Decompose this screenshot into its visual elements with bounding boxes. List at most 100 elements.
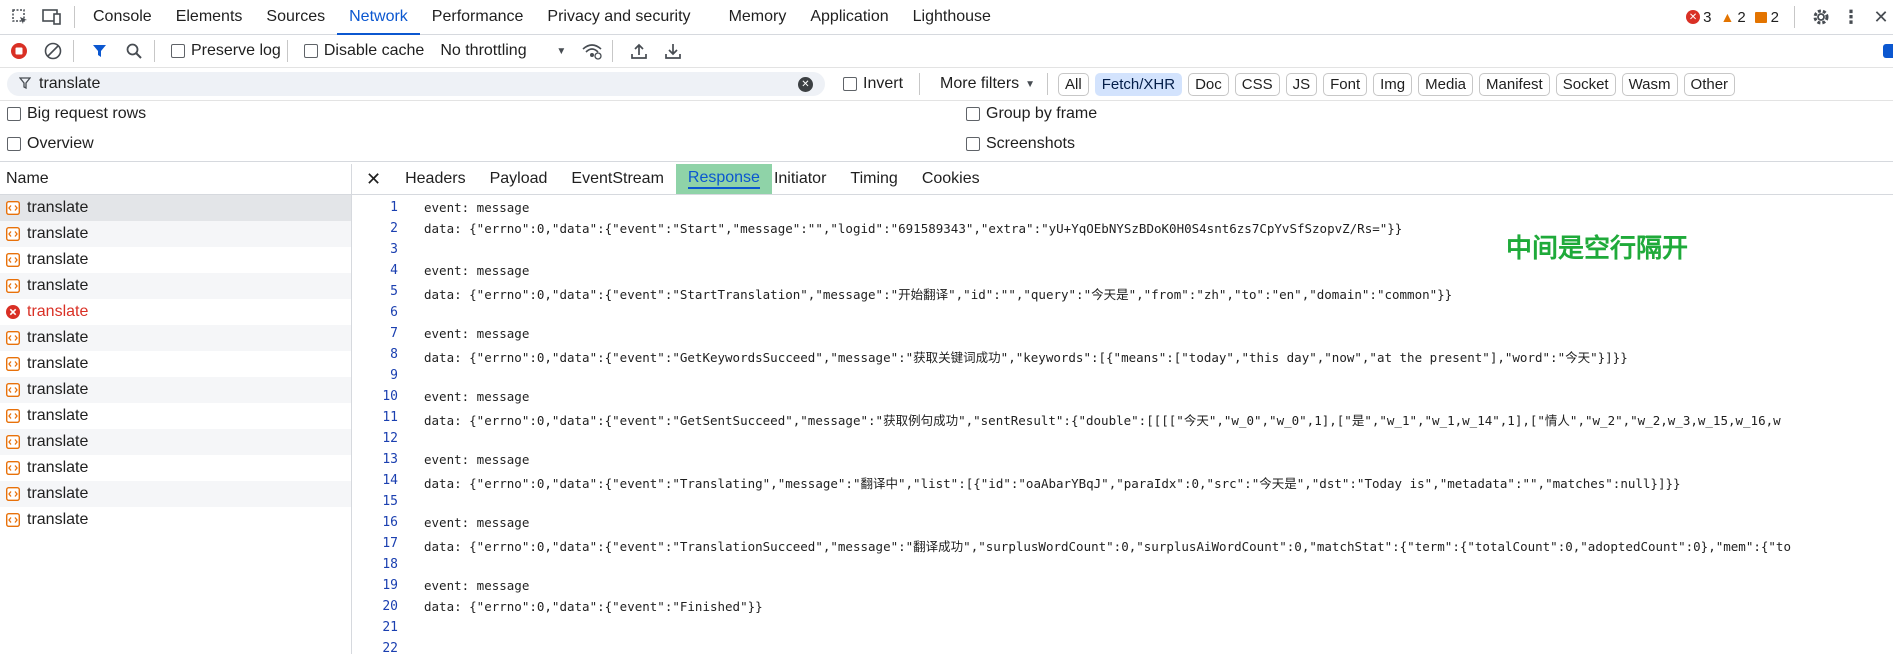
close-detail-icon[interactable]: ✕ [352,164,393,194]
gear-icon[interactable] [1809,5,1833,29]
network-conditions-icon[interactable] [578,37,606,65]
code-line: 20 data: {"errno":0,"data":{"event":"Fini… [352,599,1791,620]
tab-application[interactable]: Application [798,0,900,34]
preserve-log-checkbox[interactable]: Preserve log [171,42,281,60]
request-row[interactable]: translate [0,429,351,455]
warning-icon: ▲ [1720,9,1735,25]
request-name: translate [27,433,89,450]
chip-font[interactable]: Font [1323,72,1368,96]
divider [0,161,1893,162]
chip-all[interactable]: All [1058,72,1089,96]
chip-doc[interactable]: Doc [1188,72,1229,96]
filter-icon[interactable] [86,37,114,65]
tab-timing[interactable]: Timing [838,164,909,194]
chip-fetch-xhr[interactable]: Fetch/XHR [1094,72,1183,96]
overview-checkbox[interactable]: Overview [7,135,94,153]
tab-eventstream[interactable]: EventStream [559,164,675,194]
chip-socket[interactable]: Socket [1555,72,1616,96]
tab-lighthouse[interactable]: Lighthouse [901,0,1003,34]
request-name: translate [27,251,89,268]
line-content: event: message [424,263,530,278]
chevron-down-icon: ▼ [556,45,567,57]
chip-other[interactable]: Other [1683,72,1736,96]
close-icon[interactable]: ✕ [1869,5,1893,29]
request-row[interactable]: translate [0,325,351,351]
line-content: data: {"errno":0,"data":{"event":"GetKey… [424,350,1628,365]
resource-type-chips: All Fetch/XHR Doc CSS JS Font Img Media … [1058,72,1741,96]
request-row[interactable]: translate [0,507,351,533]
name-column-header[interactable]: Name [0,164,351,195]
request-row[interactable]: translate [0,403,351,429]
issues-count-badge[interactable]: 2 [1754,9,1779,26]
device-toolbar-icon[interactable] [40,5,64,29]
tab-cookies[interactable]: Cookies [910,164,992,194]
group-by-frame-checkbox[interactable]: Group by frame [966,105,1097,123]
request-row[interactable]: translate [0,221,351,247]
response-body[interactable]: 1 event: message 2 data: {"errno":0,"data":… [352,200,1791,662]
request-name: translate [27,511,89,528]
screenshots-checkbox[interactable]: Screenshots [966,135,1075,153]
line-content: event: message [424,389,530,404]
chip-wasm[interactable]: Wasm [1621,72,1678,96]
clear-filter-icon[interactable]: ✕ [798,76,813,92]
line-content: data: {"errno":0,"data":{"event":"Transl… [424,539,1791,554]
tab-response[interactable]: Response [675,164,772,194]
request-row[interactable]: translate [0,195,351,221]
request-row[interactable]: translate [0,351,351,377]
chip-css[interactable]: CSS [1234,72,1280,96]
inspect-element-icon[interactable] [8,5,32,29]
error-count-badge[interactable]: ✕ 3 [1686,9,1711,26]
clear-icon[interactable] [39,37,67,65]
tab-sources[interactable]: Sources [254,0,337,34]
xhr-icon [6,253,20,267]
request-rows: translate translate translate translate tran… [0,195,351,533]
line-content: event: message [424,326,530,341]
throttling-select[interactable]: No throttling ▼ [440,42,566,60]
request-row[interactable]: translate [0,247,351,273]
tab-memory[interactable]: Memory [717,0,799,34]
more-filters-dropdown[interactable]: More filters ▼ [940,75,1035,93]
line-number: 15 [382,494,398,509]
request-row[interactable]: translate [0,377,351,403]
network-toolbar: Preserve log Disable cache No throttling… [0,35,1893,68]
tab-performance[interactable]: Performance [420,0,536,34]
disable-cache-label: Disable cache [323,42,425,59]
tab-privacy-security[interactable]: Privacy and security [535,0,702,34]
more-options-icon[interactable]: ⋮ [1839,5,1863,29]
filter-input[interactable]: translate ✕ [7,72,825,96]
big-request-rows-checkbox[interactable]: Big request rows [7,105,146,123]
screenshots-label: Screenshots [986,135,1075,152]
issues-icon [1754,11,1767,23]
search-icon[interactable] [120,37,148,65]
settings-gear-icon[interactable] [1883,44,1893,58]
request-row[interactable]: translate [0,455,351,481]
tab-network[interactable]: Network [337,0,420,35]
tab-elements[interactable]: Elements [164,0,255,34]
chip-js[interactable]: JS [1285,72,1318,96]
invert-checkbox[interactable]: Invert [843,75,903,93]
import-har-icon[interactable] [625,37,653,65]
error-count: 3 [1703,8,1712,26]
request-row[interactable]: translate [0,481,351,507]
warning-count-badge[interactable]: ▲ 2 [1720,9,1745,26]
tab-timing-label: Timing [850,170,898,187]
tab-initiator[interactable]: Initiator [772,164,838,194]
line-number: 8 [390,347,398,362]
request-row[interactable]: translate [0,299,351,325]
chip-media[interactable]: Media [1418,72,1474,96]
code-line: 4 event: message [352,263,1791,284]
disable-cache-checkbox[interactable]: Disable cache [303,42,425,60]
chip-manifest[interactable]: Manifest [1479,72,1550,96]
tab-payload[interactable]: Payload [478,164,560,194]
request-row[interactable]: translate [0,273,351,299]
chip-img[interactable]: Img [1373,72,1413,96]
tab-headers-label: Headers [405,170,466,187]
export-har-icon[interactable] [659,37,687,65]
code-line: 17 data: {"errno":0,"data":{"event":"Tran… [352,536,1791,557]
request-name: translate [27,459,89,476]
tab-console[interactable]: Console [81,0,164,34]
tab-headers[interactable]: Headers [393,164,477,194]
xhr-icon [6,279,20,293]
record-stop-icon[interactable] [5,37,33,65]
line-content: event: message [424,578,530,593]
